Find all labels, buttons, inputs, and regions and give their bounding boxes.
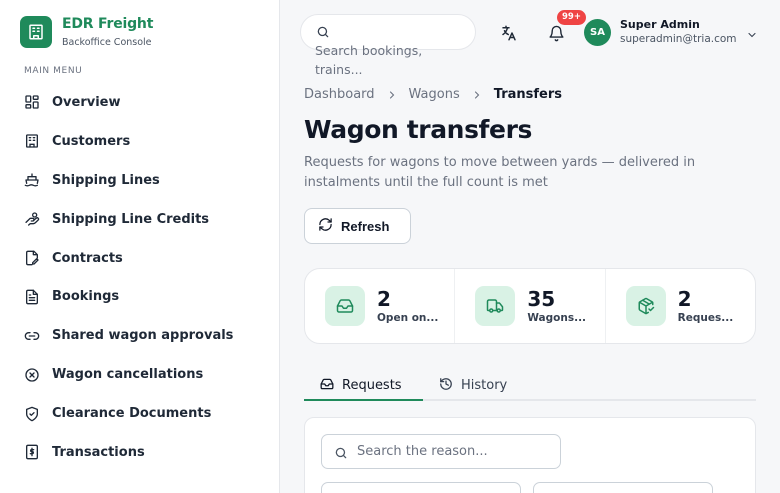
chevron-right-icon xyxy=(471,89,483,101)
dollar-receipt-icon xyxy=(24,444,40,460)
requests-panel: Search the reason... xyxy=(304,417,756,493)
building-icon xyxy=(24,133,40,149)
breadcrumb-dashboard[interactable]: Dashboard xyxy=(304,87,375,102)
breadcrumb: Dashboard Wagons Transfers xyxy=(304,87,562,102)
file-text-icon xyxy=(24,289,40,305)
stat-value: 35 xyxy=(527,287,556,311)
sidebar-item-label: Clearance Documents xyxy=(52,406,212,422)
sidebar-item-bookings[interactable]: Bookings xyxy=(0,277,279,316)
search-placeholder: Search bookings, trains... xyxy=(315,43,423,77)
active-tab-indicator xyxy=(304,399,423,401)
avatar[interactable]: SA xyxy=(584,19,611,46)
shield-check-icon xyxy=(24,406,40,422)
chevron-down-icon[interactable] xyxy=(746,26,758,45)
user-email: superadmin@tria.com xyxy=(620,33,737,45)
brand-subtitle: Backoffice Console xyxy=(62,37,152,48)
refresh-icon xyxy=(318,217,333,235)
page-title: Wagon transfers xyxy=(304,115,532,144)
tab-requests[interactable]: Requests xyxy=(320,370,402,401)
stat-label: Open on... xyxy=(377,312,439,324)
filter-select[interactable] xyxy=(533,482,713,493)
refresh-button[interactable]: Refresh xyxy=(304,208,411,244)
stat-wagons: 35 Wagons... xyxy=(455,269,606,343)
building-icon xyxy=(20,16,52,48)
tab-history[interactable]: History xyxy=(439,370,507,401)
x-circle-icon xyxy=(24,367,40,383)
stat-value: 2 xyxy=(677,287,692,311)
ship-icon xyxy=(24,172,40,188)
inbox-icon xyxy=(325,286,365,326)
file-signature-icon xyxy=(24,250,40,266)
sidebar-item-label: Contracts xyxy=(52,250,123,266)
sidebar-item-transactions[interactable]: Transactions xyxy=(0,433,279,472)
main-menu: Overview Customers Shipping Lines Shippi… xyxy=(0,83,279,472)
chevron-right-icon xyxy=(386,89,398,101)
stat-label: Reques... xyxy=(677,312,734,324)
truck-icon xyxy=(475,286,516,326)
sidebar-item-label: Overview xyxy=(52,94,121,110)
breadcrumb-transfers: Transfers xyxy=(493,87,562,102)
grid-icon xyxy=(24,94,40,110)
sidebar-item-wagon-cancellations[interactable]: Wagon cancellations xyxy=(0,355,279,394)
sidebar-item-clearance-documents[interactable]: Clearance Documents xyxy=(0,394,279,433)
user-name[interactable]: Super Admin xyxy=(620,18,700,31)
sidebar-item-customers[interactable]: Customers xyxy=(0,122,279,161)
sidebar-item-label: Shipping Lines xyxy=(52,172,160,188)
sidebar-item-label: Shared wagon approvals xyxy=(52,328,234,344)
filter-select[interactable] xyxy=(321,482,521,493)
sidebar-item-label: Bookings xyxy=(52,289,120,305)
inbox-icon xyxy=(320,377,334,395)
stat-value: 2 xyxy=(377,287,391,311)
stat-open: 2 Open on... xyxy=(305,269,456,343)
link-icon xyxy=(24,328,40,344)
sidebar-item-overview[interactable]: Overview xyxy=(0,83,279,122)
sidebar: EDR Freight Backoffice Console MAIN MENU… xyxy=(0,0,280,493)
sidebar-item-contracts[interactable]: Contracts xyxy=(0,239,279,278)
tabs: Requests History xyxy=(304,370,756,401)
refresh-label: Refresh xyxy=(341,218,390,234)
sidebar-item-label: Shipping Line Credits xyxy=(52,211,210,227)
tab-label: Requests xyxy=(342,378,402,393)
page-description: Requests for wagons to move between yard… xyxy=(304,155,696,190)
brand[interactable]: EDR Freight Backoffice Console xyxy=(20,16,153,48)
hand-coins-icon xyxy=(24,211,40,227)
sidebar-item-shared-wagon-approvals[interactable]: Shared wagon approvals xyxy=(0,316,279,355)
breadcrumb-wagons[interactable]: Wagons xyxy=(409,87,460,102)
brand-title: EDR Freight xyxy=(62,16,154,32)
stat-label: Wagons... xyxy=(527,312,587,324)
bell-icon[interactable] xyxy=(546,23,566,43)
tab-label: History xyxy=(461,378,508,393)
notification-badge: 99+ xyxy=(557,10,586,25)
search-placeholder: Search the reason... xyxy=(357,444,488,459)
history-icon xyxy=(439,377,453,395)
sidebar-item-label: Wagon cancellations xyxy=(52,367,204,383)
stats-card: 2 Open on... 35 Wagons... 2 Reques... xyxy=(304,268,756,344)
sidebar-item-shipping-lines[interactable]: Shipping Lines xyxy=(0,161,279,200)
translate-icon[interactable] xyxy=(499,23,519,43)
reason-search-input[interactable]: Search the reason... xyxy=(321,434,561,469)
search-icon xyxy=(334,445,348,464)
sidebar-item-label: Customers xyxy=(52,133,131,149)
menu-caption: MAIN MENU xyxy=(24,66,83,76)
sidebar-item-shipping-line-credits[interactable]: Shipping Line Credits xyxy=(0,200,279,239)
package-check-icon xyxy=(625,286,666,326)
global-search-input[interactable]: Search bookings, trains... xyxy=(300,14,476,77)
stat-requests: 2 Reques... xyxy=(606,269,755,343)
sidebar-item-label: Transactions xyxy=(52,444,145,460)
